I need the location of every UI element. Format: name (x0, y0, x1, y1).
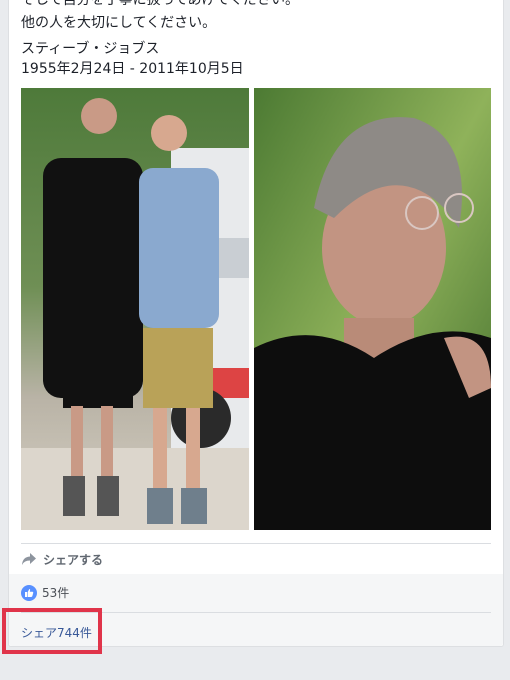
thumbs-up-icon (21, 584, 37, 601)
post-dates: 1955年2月24日 - 2011年10月5日 (21, 61, 244, 77)
highlight-box (2, 608, 102, 654)
share-arrow-icon (21, 552, 37, 566)
like-count: 53件 (42, 586, 70, 600)
share-button-label: シェアする (43, 552, 104, 567)
photo-two-men[interactable] (21, 88, 249, 530)
post-card: そして自分を丁寧に扱ってあげてください。 他の人を大切にしてください。 スティー… (8, 0, 504, 647)
divider (21, 543, 491, 544)
post-name: スティーブ・ジョブス (21, 41, 160, 57)
post-text-line: 他の人を大切にしてください。 (21, 15, 217, 31)
photo-portrait[interactable] (254, 88, 491, 530)
like-summary[interactable]: 53件 (21, 584, 69, 601)
photo-collage[interactable] (21, 88, 491, 530)
share-button[interactable]: シェアする (21, 549, 103, 569)
post-text-cut-line: そして自分を丁寧に扱ってあげてください。 (21, 0, 300, 8)
